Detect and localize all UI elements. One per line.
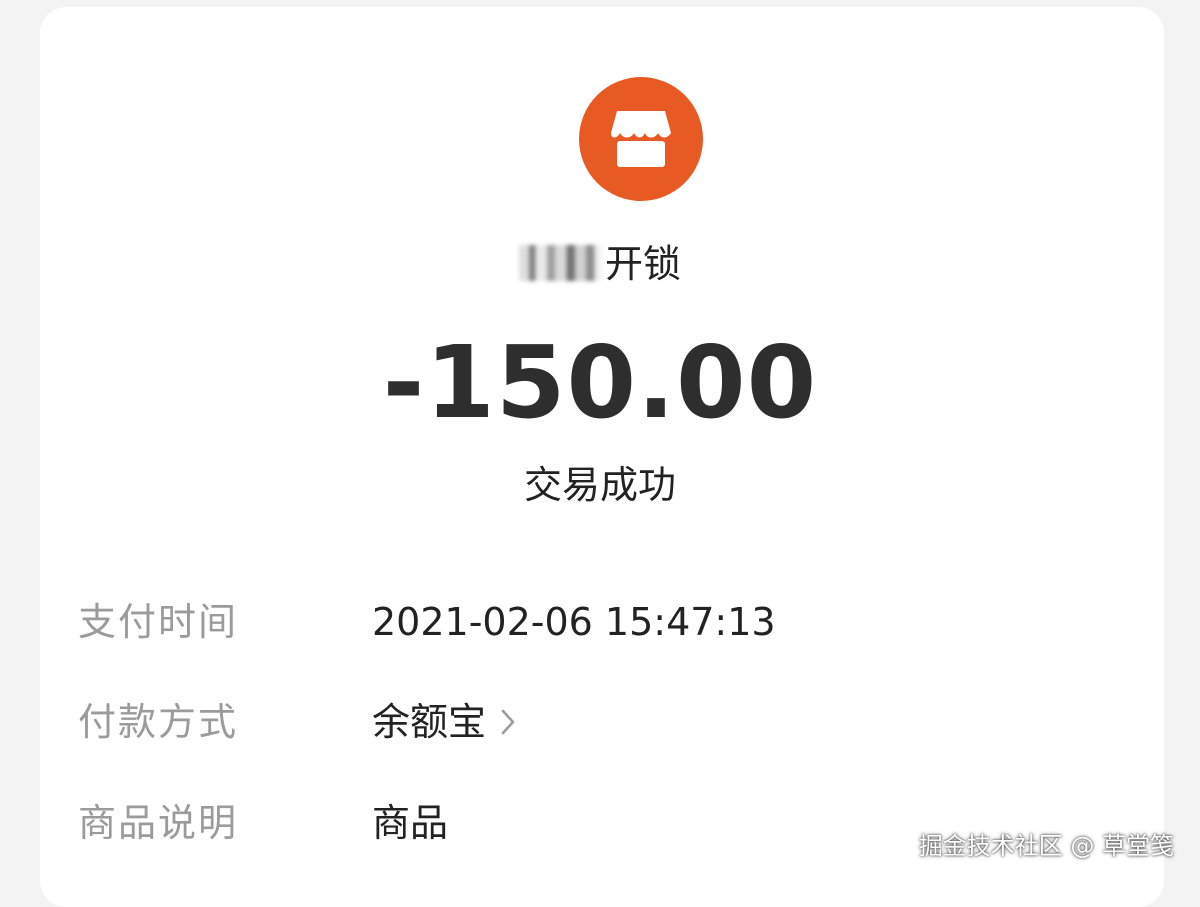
chevron-right-icon [500,708,516,736]
detail-value: 2021-02-06 15:47:13 [372,594,776,650]
detail-value: 余额宝 [372,700,486,744]
transaction-amount: -150.00 [0,325,1200,441]
detail-label: 商品说明 [78,795,238,851]
detail-label: 支付时间 [78,594,238,650]
detail-row-payment-method[interactable]: 付款方式 余额宝 [78,694,1138,750]
watermark: 掘金技术社区 @ 草堂笺 [919,826,1174,861]
payment-method-link[interactable]: 余额宝 [372,694,516,750]
merchant-name: 开锁 [0,238,1200,290]
transaction-status: 交易成功 [0,458,1200,512]
blurred-merchant-name [519,245,601,281]
detail-value: 商品 [372,795,448,851]
storefront-icon [607,107,675,171]
merchant-logo [579,77,703,201]
detail-label: 付款方式 [78,694,238,750]
detail-row-payment-time: 支付时间 2021-02-06 15:47:13 [78,594,1138,650]
merchant-name-suffix: 开锁 [605,242,681,286]
transaction-detail-card [40,7,1164,907]
